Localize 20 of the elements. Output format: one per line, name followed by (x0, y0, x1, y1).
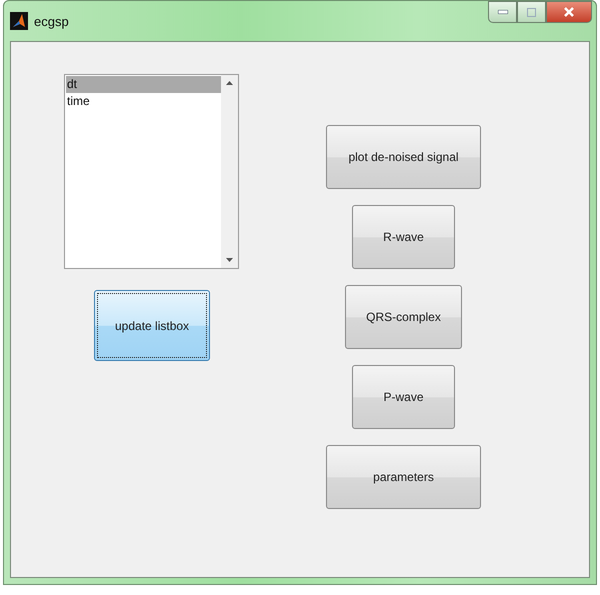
action-button[interactable]: P-wave (352, 365, 455, 429)
scroll-bar[interactable] (221, 75, 238, 268)
window-title: ecgsp (34, 14, 69, 28)
list-item[interactable]: time (66, 93, 221, 110)
maximize-icon (527, 8, 536, 16)
action-button[interactable]: plot de-noised signal (326, 125, 481, 189)
scroll-down-icon[interactable] (226, 258, 233, 262)
action-button[interactable]: QRS-complex (345, 285, 462, 349)
close-icon (564, 7, 574, 17)
list-item[interactable]: dt (66, 76, 221, 93)
close-button[interactable] (546, 1, 592, 23)
maximize-button[interactable] (517, 1, 546, 23)
scroll-up-icon[interactable] (226, 81, 233, 85)
minimize-button[interactable] (488, 1, 517, 23)
update-button[interactable]: update listbox (94, 290, 210, 361)
action-button[interactable]: parameters (326, 445, 481, 509)
minimize-icon (498, 10, 508, 14)
app-icon (10, 12, 28, 30)
list-box[interactable]: dt time (64, 74, 239, 269)
action-button[interactable]: R-wave (352, 205, 455, 269)
